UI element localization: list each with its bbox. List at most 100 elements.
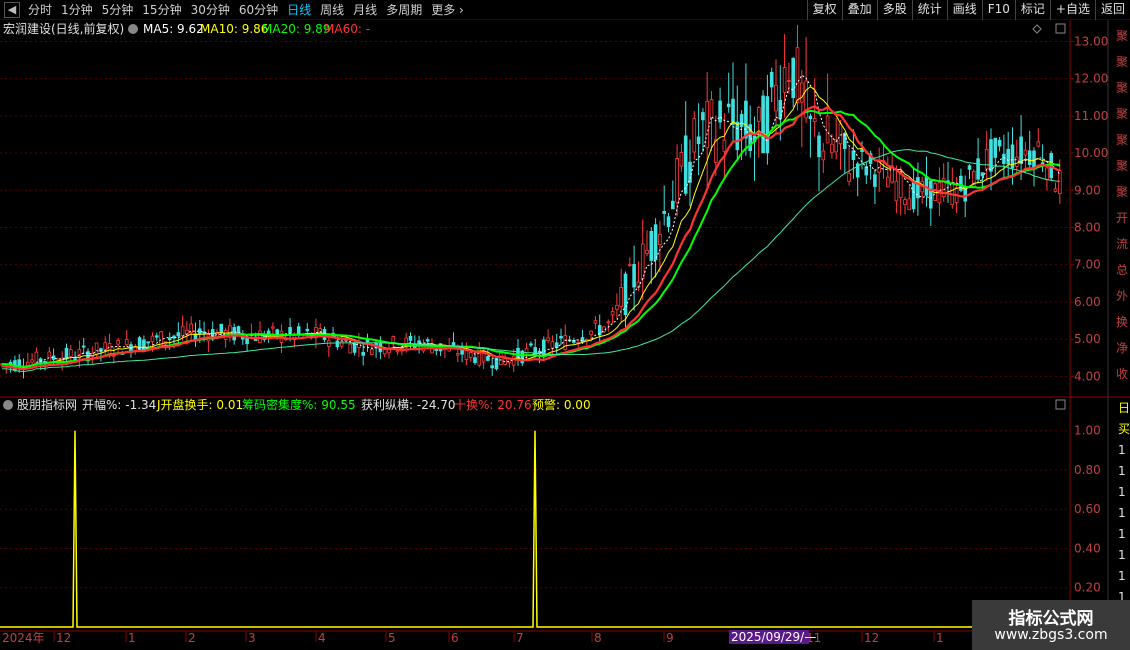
candle-body [219,323,224,334]
toolbar-button-3[interactable]: 统计 [911,0,947,20]
candle-body [628,264,632,267]
period-tab-9[interactable]: 多周期 [386,0,422,20]
candle-body [649,231,654,261]
toolbar-button-0[interactable]: 复权 [806,0,842,20]
indicator-label-4: 十换%: 20.76 [454,398,532,412]
right-info-char: 总 [1116,263,1128,277]
candle-body [984,148,989,170]
candle-body [980,172,985,177]
candle-body [550,341,555,349]
candle-body [765,96,770,154]
toolbar-button-2[interactable]: 多股 [876,0,912,20]
candle-body [705,100,709,149]
toolbar-button-1[interactable]: 叠加 [841,0,877,20]
toolbar-button-8[interactable]: 返回 [1094,0,1130,20]
candle-body [795,47,800,103]
price-tick-label: 6.00 [1074,295,1101,309]
period-tab-1[interactable]: 1分钟 [61,0,93,20]
candle-body [529,343,533,346]
candle-body [1015,156,1019,167]
candle-body [757,107,761,122]
indicator-tick-label: 1.00 [1074,424,1101,438]
candle-body [602,326,606,332]
candle-body [903,199,907,206]
ma-label-1: MA10: 9.86 [200,22,268,36]
period-tab-2[interactable]: 5分钟 [102,0,134,20]
candle-body [886,176,890,188]
candle-body [851,150,856,161]
period-tab-5[interactable]: 60分钟 [239,0,278,20]
candle-body [653,224,658,261]
toolbar-button-5[interactable]: F10 [981,0,1015,20]
toolbar: ◀ 分时 1分钟 5分钟 15分钟 30分钟 60分钟 日线 周线 月线 多周期 更多 › 复权 叠加… [0,0,1130,20]
candle-body [606,321,611,324]
period-tab-0[interactable]: 分时 [28,0,52,20]
period-tab-4[interactable]: 30分钟 [191,0,230,20]
candle-body [683,135,688,194]
candle-body [296,326,301,334]
candle-body [645,249,649,254]
right-info-char: 流 [1116,237,1128,251]
toolbar-button-4[interactable]: 画线 [946,0,982,20]
candle-body [619,286,623,307]
candle-body [671,200,675,210]
indicator-label-3: 获利纵横: -24.70 [361,398,456,412]
candle-body [894,180,899,202]
time-label: 4 [318,631,326,645]
ma-settings-icon [128,24,138,34]
period-tabs: 分时 1分钟 5分钟 15分钟 30分钟 60分钟 日线 周线 月线 多周期 更多 › [28,0,473,20]
candle-body [1023,149,1028,156]
candle-body [64,347,69,360]
back-arrow-icon[interactable]: ◀ [4,2,20,18]
indicator-tick-label: 0.20 [1074,581,1101,595]
candle-body [632,264,636,288]
watermark-url: www.zbgs3.com [994,627,1108,643]
candle-body [675,158,679,203]
candle-body [546,337,550,342]
right-info-char: 聚 [1116,55,1128,69]
candle-body [494,357,499,370]
candle-body [1053,188,1058,192]
candle-body [94,342,99,356]
right-info-char: 换 [1116,315,1128,329]
candle-body [821,150,826,161]
candle-body [929,180,933,209]
toolbar-button-7[interactable]: +自选 [1049,0,1095,20]
candle-body [744,100,748,139]
candle-body [167,338,172,341]
candle-body [666,216,671,227]
time-label: 6 [451,631,459,645]
candle-body [30,359,34,363]
candle-body [271,326,275,329]
kline-chart[interactable]: 13.0012.0011.0010.009.008.007.006.005.00… [0,20,1130,650]
candle-body [473,357,477,364]
candle-body [305,328,310,332]
candle-body [830,143,834,154]
period-tab-6[interactable]: 日线 [287,0,311,20]
candle-body [718,100,722,123]
toolbar-buttons: 复权 叠加 多股 统计 画线 F10 标记 +自选 返回 [806,0,1130,20]
candle-body [782,67,787,93]
candle-body [726,103,731,108]
candle-body [739,114,744,127]
right-indicator-char: 1 [1118,569,1126,583]
right-indicator-char: 1 [1118,443,1126,457]
candle-body [511,355,516,366]
period-tab-10[interactable]: 更多 › [431,0,464,20]
period-tab-8[interactable]: 月线 [353,0,377,20]
candle-body [73,358,77,361]
period-tab-3[interactable]: 15分钟 [142,0,181,20]
candle-body [774,84,778,112]
candle-body [425,339,430,342]
candle-body [997,139,1002,147]
candle-body [490,365,494,369]
candle-body [735,121,740,151]
candle-body [236,326,241,334]
candle-body [722,139,727,152]
candle-body [640,243,645,279]
toolbar-button-6[interactable]: 标记 [1014,0,1050,20]
ma-label-0: MA5: 9.62 [143,22,204,36]
candle-body [873,174,877,187]
period-tab-7[interactable]: 周线 [320,0,344,20]
price-tick-label: 10.00 [1074,146,1108,160]
